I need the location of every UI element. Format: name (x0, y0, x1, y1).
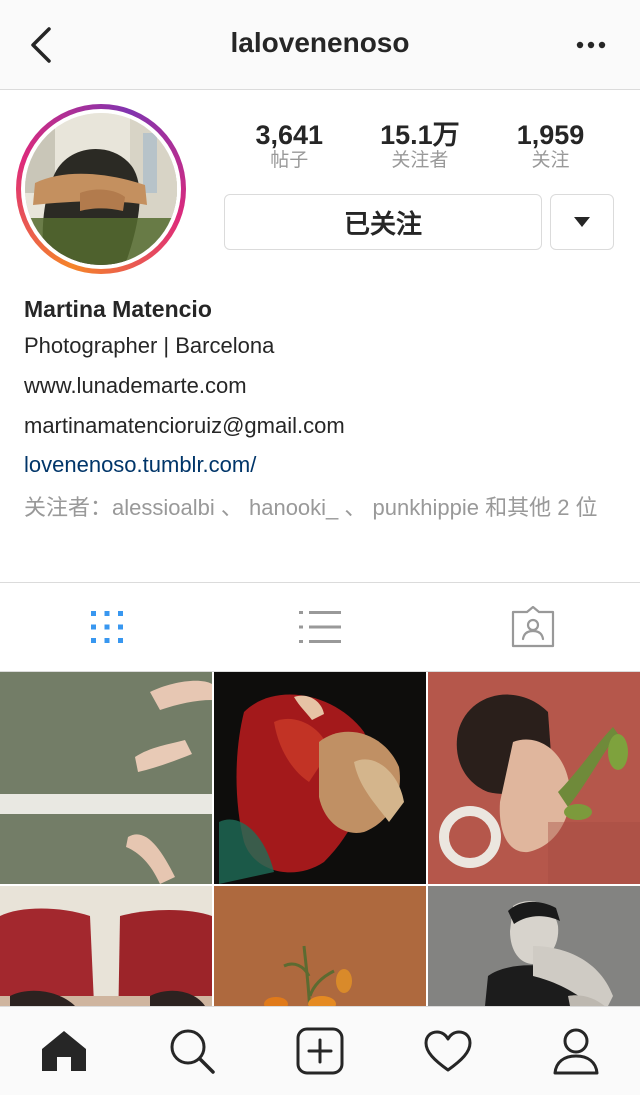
stat-following[interactable]: 1,959 关注 (485, 120, 616, 180)
separator: 、 (338, 495, 373, 520)
search-icon (170, 1029, 215, 1074)
list-icon (298, 611, 341, 643)
followed-by-suffix: 和其他 2 位 (478, 495, 598, 520)
user-icon (553, 1028, 599, 1075)
separator: 、 (214, 495, 249, 520)
avatar-photo (25, 113, 177, 265)
heart-icon (424, 1030, 472, 1072)
stat-value: 1,959 (516, 120, 585, 150)
bio-website-text: www.lunademarte.com (24, 373, 247, 398)
tab-list[interactable] (213, 583, 426, 671)
post-thumbnail[interactable] (214, 886, 426, 1006)
profile-full-name: Martina Matencio (24, 296, 212, 322)
caret-down-icon (574, 217, 590, 227)
plus-square-icon (296, 1027, 344, 1075)
followed-by-prefix: 关注者： (24, 495, 113, 520)
followed-by-user[interactable]: alessioalbi (112, 495, 215, 520)
nav-profile[interactable] (512, 1007, 640, 1095)
post-thumbnail[interactable] (0, 672, 212, 884)
profile-bio: Martina Matencio Photographer | Barcelon… (24, 292, 616, 522)
profile-view-tabs (0, 582, 640, 672)
suggested-accounts-dropdown-button[interactable] (550, 194, 614, 250)
bottom-tab-bar (0, 1006, 640, 1095)
tab-tagged[interactable] (427, 583, 640, 671)
avatar[interactable] (16, 104, 186, 274)
profile-stats: 3,641 帖子 15.1万 关注者 1,959 关注 (224, 120, 616, 180)
back-button[interactable] (20, 24, 60, 66)
nav-new-post[interactable] (256, 1007, 384, 1095)
following-button[interactable]: 已关注 (224, 194, 542, 250)
nav-search[interactable] (128, 1007, 256, 1095)
bio-email-text: martinamatencioruiz@gmail.com (24, 413, 345, 438)
profile-username-title: lalovenenoso (230, 27, 410, 58)
tagged-icon (512, 606, 555, 648)
profile-header: 3,641 帖子 15.1万 关注者 1,959 关注 已关注 (0, 90, 640, 290)
post-thumbnail[interactable] (428, 886, 640, 1006)
post-thumbnail[interactable] (214, 672, 426, 884)
stat-value: 15.1万 (380, 120, 460, 150)
followed-by-text[interactable]: 关注者：alessioalbi 、 hanooki_ 、 punkhippie … (24, 494, 616, 522)
grid-icon (90, 611, 123, 643)
more-horizontal-icon (576, 41, 606, 49)
stat-label: 关注者 (391, 150, 449, 171)
stat-label: 帖子 (270, 150, 309, 171)
bio-external-link[interactable]: lovenenoso.tumblr.com/ (24, 446, 616, 484)
bio-description: Photographer | Barcelona (24, 333, 275, 358)
followed-by-user[interactable]: punkhippie (373, 495, 479, 520)
more-options-button[interactable] (568, 30, 614, 60)
post-thumbnail[interactable] (428, 672, 640, 884)
top-navigation-bar: lalovenenoso (0, 0, 640, 90)
nav-activity[interactable] (384, 1007, 512, 1095)
stat-value: 3,641 (255, 120, 324, 150)
followed-by-user[interactable]: hanooki_ (249, 495, 338, 520)
stat-posts[interactable]: 3,641 帖子 (224, 120, 355, 180)
stat-label: 关注 (531, 150, 570, 171)
photo-grid (0, 672, 640, 1006)
tab-grid[interactable] (0, 583, 213, 671)
nav-home[interactable] (0, 1007, 128, 1095)
post-thumbnail[interactable] (0, 886, 212, 1006)
chevron-left-icon (31, 27, 51, 63)
stat-followers[interactable]: 15.1万 关注者 (355, 120, 486, 180)
home-icon (42, 1031, 86, 1071)
profile-screen: lalovenenoso 3,641 帖子 15.1万 关注者 1,959 关注… (0, 0, 640, 1095)
